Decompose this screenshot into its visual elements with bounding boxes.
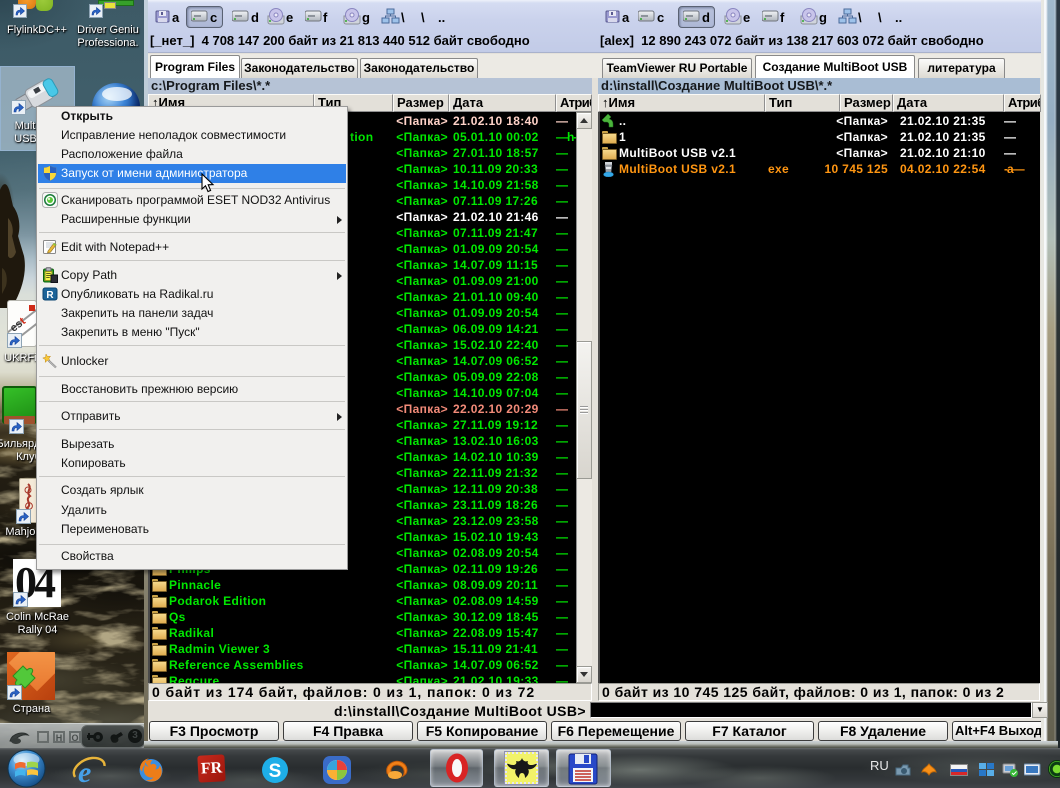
svg-text:R: R [46,290,54,301]
svg-text:S: S [269,761,282,782]
